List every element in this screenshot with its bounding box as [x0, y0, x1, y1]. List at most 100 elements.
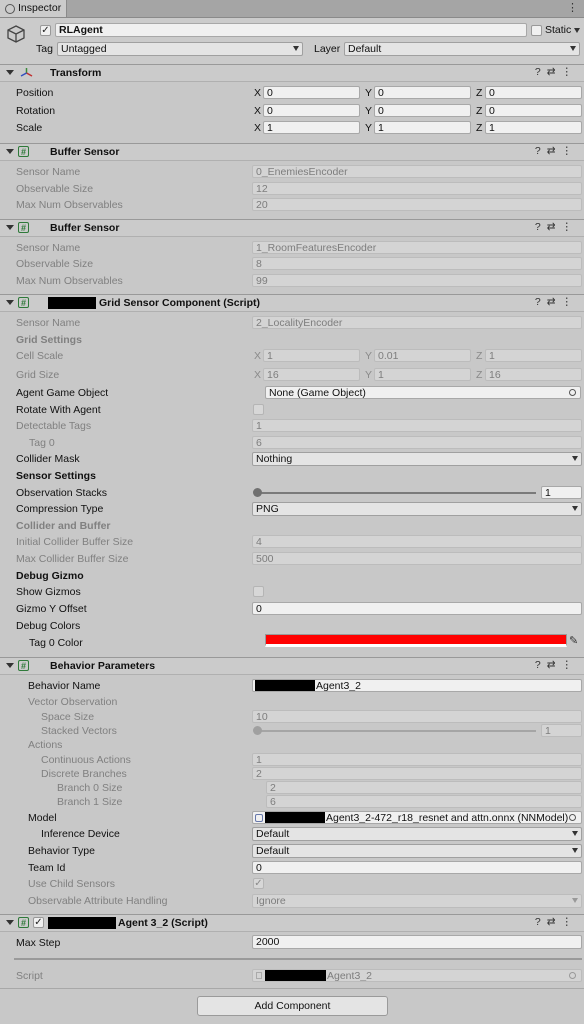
component-actions[interactable]: ?⇄⋮	[535, 916, 578, 928]
foldout-arrow-icon[interactable]	[6, 920, 14, 925]
inference-device-dropdown[interactable]: Default	[252, 827, 582, 841]
collider-mask-dropdown[interactable]: Nothing	[252, 452, 582, 466]
sensor-name-label: Sensor Name	[16, 166, 81, 178]
tag-dropdown[interactable]: Untagged	[57, 42, 303, 56]
axis-z-label: Z	[476, 87, 483, 99]
max-step-field[interactable]: 2000	[252, 935, 582, 949]
observable-size-label: Observable Size	[16, 183, 94, 195]
show-gizmos-checkbox[interactable]	[253, 586, 264, 597]
component-actions[interactable]: ?⇄⋮	[535, 66, 578, 78]
agent-script-header[interactable]: # ✓ Agent 3_2 (Script) ?⇄⋮	[0, 914, 584, 932]
foldout-arrow-icon[interactable]	[6, 300, 14, 305]
static-label: Static	[545, 24, 572, 36]
layer-dropdown[interactable]: Default	[344, 42, 580, 56]
inference-device-value: Default	[256, 828, 290, 840]
axis-y-label: Y	[365, 122, 373, 134]
object-picker-icon[interactable]	[569, 389, 576, 396]
branch-1-size-field: 6	[266, 795, 582, 808]
grid-sensor-title: Grid Sensor Component (Script)	[99, 297, 261, 309]
discrete-branches-field: 2	[252, 767, 582, 780]
info-icon	[5, 4, 15, 14]
max-step-label: Max Step	[16, 937, 61, 949]
behavior-type-dropdown[interactable]: Default	[252, 844, 582, 858]
script-label: Script	[16, 970, 43, 982]
initial-collider-buffer-field: 4	[252, 535, 582, 548]
transform-header[interactable]: Transform ?⇄⋮	[0, 64, 584, 82]
observation-stacks-slider-handle[interactable]	[253, 488, 262, 497]
divider	[0, 988, 584, 989]
foldout-arrow-icon[interactable]	[6, 663, 14, 668]
chevron-down-icon	[572, 456, 578, 461]
axis-z-label: Z	[476, 122, 483, 134]
show-gizmos-label: Show Gizmos	[16, 586, 81, 598]
rotation-z-field[interactable]: 0	[485, 104, 582, 117]
branch-0-size-label: Branch 0 Size	[57, 782, 123, 794]
tab-inspector[interactable]: Inspector	[0, 0, 67, 17]
active-checkbox[interactable]: ✓	[40, 25, 51, 36]
space-size-field: 10	[252, 710, 582, 723]
buffer-sensor-2-title: Buffer Sensor	[50, 222, 120, 234]
space-size-label: Space Size	[41, 711, 95, 723]
sensor-name-label: Sensor Name	[16, 242, 81, 254]
discrete-branches-label: Discrete Branches	[41, 768, 127, 780]
script-hash-icon: #	[18, 297, 29, 308]
scale-label: Scale	[16, 122, 43, 134]
observation-stacks-slider-track[interactable]	[257, 492, 536, 494]
gizmo-y-offset-field[interactable]: 0	[252, 602, 582, 615]
cell-scale-z-field: 1	[485, 349, 582, 362]
team-id-field[interactable]: 0	[252, 861, 582, 874]
rotation-x-field[interactable]: 0	[263, 104, 360, 117]
rotate-with-agent-label: Rotate With Agent	[16, 404, 101, 416]
foldout-arrow-icon[interactable]	[6, 149, 14, 154]
grid-settings-heading: Grid Settings	[16, 334, 82, 346]
foldout-arrow-icon[interactable]	[6, 70, 14, 75]
behavior-type-label: Behavior Type	[28, 845, 95, 857]
vector-observation-label: Vector Observation	[28, 696, 118, 708]
script-hash-icon: #	[18, 660, 29, 671]
observable-attribute-handling-dropdown: Ignore	[252, 894, 582, 908]
compression-type-label: Compression Type	[16, 503, 104, 515]
observation-stacks-field[interactable]: 1	[541, 486, 582, 499]
static-dropdown-icon[interactable]	[574, 28, 580, 33]
debug-colors-label: Debug Colors	[16, 620, 81, 632]
tag-label: Tag	[36, 43, 53, 55]
sensor-name-field: 2_LocalityEncoder	[252, 316, 582, 329]
grid-sensor-header[interactable]: # Grid Sensor Component (Script) ?⇄⋮	[0, 294, 584, 312]
buffer-sensor-2-header[interactable]: # Buffer Sensor ?⇄⋮	[0, 219, 584, 237]
agent-enabled-checkbox[interactable]: ✓	[33, 917, 44, 928]
add-component-button[interactable]: Add Component	[197, 996, 388, 1016]
behavior-parameters-header[interactable]: # Behavior Parameters ?⇄⋮	[0, 657, 584, 675]
object-picker-icon[interactable]	[569, 814, 576, 821]
rotate-with-agent-checkbox[interactable]	[253, 404, 264, 415]
position-x-field[interactable]: 0	[263, 86, 360, 99]
component-actions[interactable]: ?⇄⋮	[535, 296, 578, 308]
compression-type-dropdown[interactable]: PNG	[252, 502, 582, 516]
position-y-field[interactable]: 0	[374, 86, 471, 99]
stacked-vectors-slider-handle	[253, 726, 262, 735]
rotation-y-field[interactable]: 0	[374, 104, 471, 117]
axis-x-label: X	[254, 122, 262, 134]
foldout-arrow-icon[interactable]	[6, 225, 14, 230]
continuous-actions-field: 1	[252, 753, 582, 766]
detectable-tags-field: 1	[252, 419, 582, 432]
axis-y-label: Y	[365, 369, 373, 381]
layer-label: Layer	[314, 43, 341, 55]
axis-x-label: X	[254, 87, 262, 99]
scale-y-field[interactable]: 1	[374, 121, 471, 134]
component-actions[interactable]: ?⇄⋮	[535, 221, 578, 233]
scale-z-field[interactable]: 1	[485, 121, 582, 134]
object-name-input[interactable]: RLAgent	[55, 23, 527, 37]
buffer-sensor-1-header[interactable]: # Buffer Sensor ?⇄⋮	[0, 143, 584, 161]
actions-label: Actions	[28, 739, 63, 751]
component-actions[interactable]: ?⇄⋮	[535, 145, 578, 157]
component-actions[interactable]: ?⇄⋮	[535, 659, 578, 671]
eyedropper-icon[interactable]: ✎	[569, 634, 578, 647]
kebab-icon[interactable]: ⋮	[567, 1, 578, 14]
position-z-field[interactable]: 0	[485, 86, 582, 99]
script-hash-icon: #	[18, 146, 29, 157]
agent-game-object-field[interactable]: None (Game Object)	[265, 386, 581, 399]
tag-0-color-swatch[interactable]	[265, 634, 567, 647]
scale-x-field[interactable]: 1	[263, 121, 360, 134]
static-checkbox[interactable]	[531, 25, 542, 36]
chevron-down-icon	[570, 46, 576, 51]
